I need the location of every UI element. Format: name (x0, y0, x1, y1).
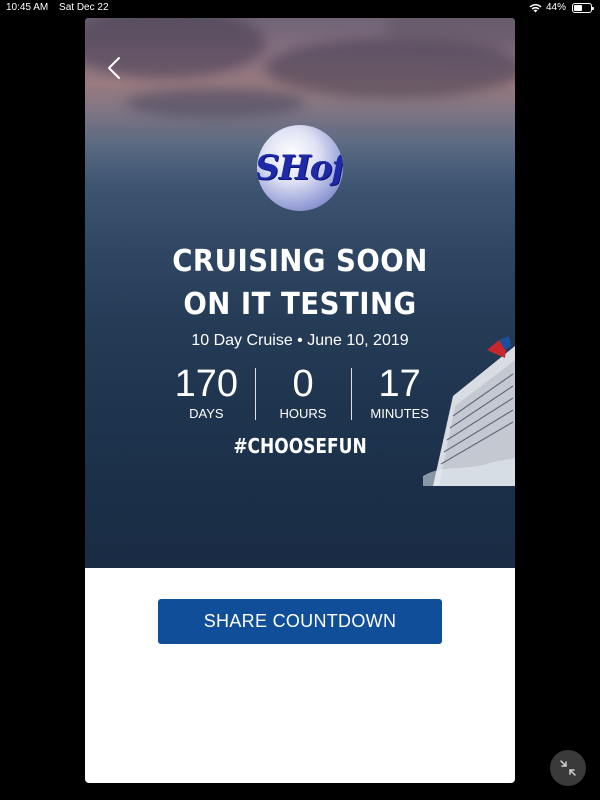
status-left: 10:45 AM Sat Dec 22 (6, 0, 117, 16)
countdown-card: SHof CRUISING SOON ON IT TESTING 10 Day … (85, 18, 515, 783)
collapse-button[interactable] (550, 750, 586, 786)
page-title: CRUISING SOON ON IT TESTING (102, 240, 498, 326)
status-right: 44% (529, 0, 594, 16)
countdown-days: 170 DAYS (158, 364, 255, 424)
status-time: 10:45 AM (6, 2, 49, 13)
title-line-1: CRUISING SOON (172, 244, 428, 279)
cruise-ship-image (423, 336, 515, 486)
collapse-arrows-icon (560, 760, 576, 776)
status-bar: 10:45 AM Sat Dec 22 44% (0, 0, 600, 16)
chevron-left-icon (108, 57, 120, 79)
status-date: Sat Dec 22 (59, 2, 109, 13)
battery-percent: 44% (545, 2, 566, 13)
back-button[interactable] (101, 54, 127, 82)
countdown-days-value: 170 (174, 363, 239, 405)
title-line-2: ON IT TESTING (183, 287, 417, 322)
logo-text: SHof (257, 148, 343, 188)
ship-logo: SHof (257, 125, 343, 211)
countdown-days-label: DAYS (189, 406, 224, 421)
share-countdown-button[interactable]: SHARE COUNTDOWN (158, 599, 442, 644)
hero-image: SHof CRUISING SOON ON IT TESTING 10 Day … (85, 18, 515, 568)
cloud-shape (125, 88, 305, 118)
countdown: 170 DAYS 0 HOURS 17 MINUTES (158, 364, 448, 424)
battery-icon (572, 3, 594, 13)
wifi-icon (529, 3, 542, 13)
countdown-hours-value: 0 (292, 363, 314, 405)
countdown-hours: 0 HOURS (254, 363, 352, 424)
countdown-hours-label: HOURS (279, 406, 327, 421)
